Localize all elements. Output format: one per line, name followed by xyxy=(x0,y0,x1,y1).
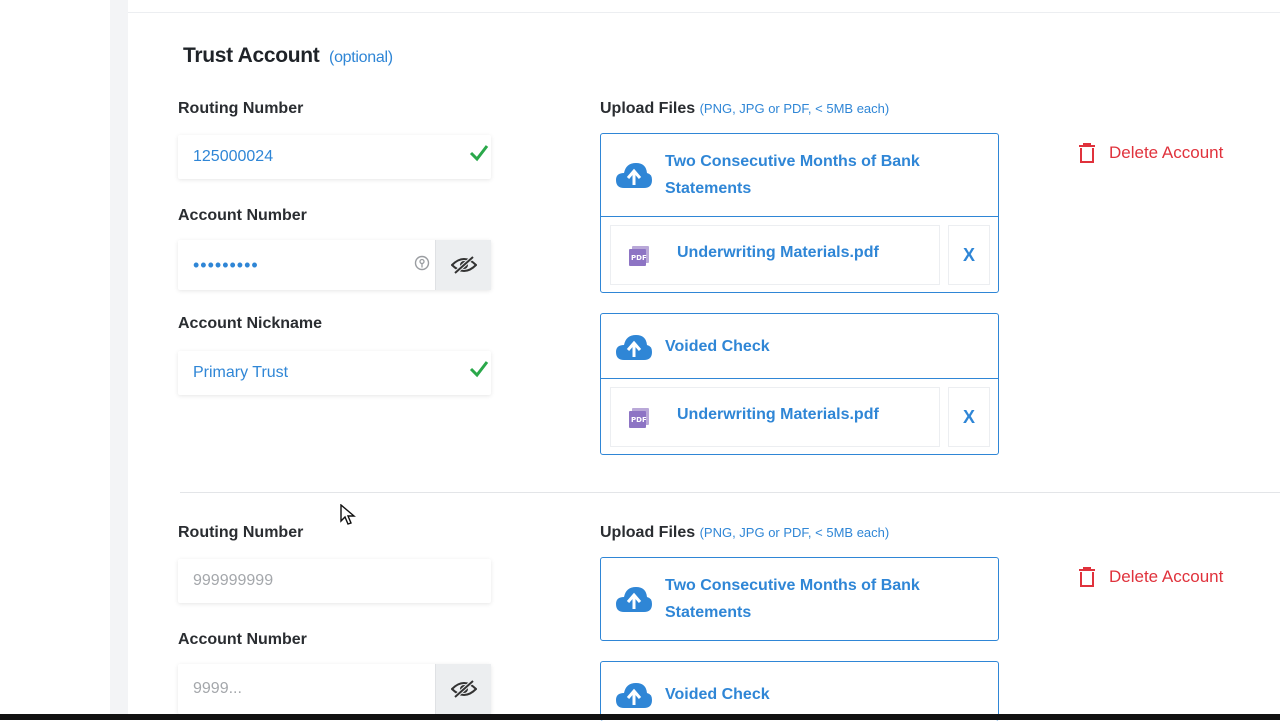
upload-files-label: Upload Files (PNG, JPG or PDF, < 5MB eac… xyxy=(600,524,889,542)
routing-number-label: Routing Number xyxy=(178,524,304,541)
routing-number-label: Routing Number xyxy=(178,100,304,117)
svg-text:PDF: PDF xyxy=(631,254,647,262)
delete-account-button[interactable]: Delete Account xyxy=(1078,143,1223,163)
remove-file-button[interactable]: X xyxy=(949,388,989,446)
uploaded-file-row: PDF Underwriting Materials.pdf X xyxy=(611,388,989,446)
eye-slash-icon xyxy=(450,679,477,699)
upload-title: Voided Check xyxy=(665,338,770,355)
account-nickname-value: Primary Trust xyxy=(193,364,289,381)
upload-title: Voided Check xyxy=(665,686,770,703)
checkmark-icon xyxy=(469,361,489,378)
upload-dropzone[interactable]: Voided Check xyxy=(601,662,998,722)
delete-account-label: Delete Account xyxy=(1109,143,1224,162)
left-rail xyxy=(0,0,112,720)
screen-bottom-edge xyxy=(0,714,1280,720)
routing-number-input[interactable]: 125000024 xyxy=(178,135,491,179)
routing-number-input[interactable]: 999999999 xyxy=(178,559,491,603)
account-nickname-label: Account Nickname xyxy=(178,315,323,332)
upload-dropzone[interactable]: Two Consecutive Months of Bank Statement… xyxy=(601,134,998,217)
cloud-upload-icon xyxy=(616,683,652,708)
sidebar-divider xyxy=(110,0,128,720)
password-manager-icon[interactable] xyxy=(414,255,430,271)
upload-files-label: Upload Files (PNG, JPG or PDF, < 5MB eac… xyxy=(600,100,889,118)
upload-dropzone[interactable]: Voided Check xyxy=(601,314,998,379)
eye-slash-icon xyxy=(450,255,477,275)
account-number-input[interactable]: ••••••••• xyxy=(178,240,491,290)
account-number-placeholder: 9999... xyxy=(193,680,242,697)
upload-files-hint: (PNG, JPG or PDF, < 5MB each) xyxy=(699,101,890,116)
mouse-cursor-icon xyxy=(340,504,356,525)
trash-icon xyxy=(1079,143,1095,163)
checkmark-icon xyxy=(469,145,489,162)
uploaded-file[interactable]: PDF Underwriting Materials.pdf xyxy=(611,226,939,284)
upload-voided-check[interactable]: Voided Check PDF Underwriting Materials.… xyxy=(600,313,999,455)
account-number-label: Account Number xyxy=(178,631,307,648)
cloud-upload-icon xyxy=(616,335,652,360)
upload-files-title: Upload Files xyxy=(600,100,696,117)
upload-voided-check[interactable]: Voided Check xyxy=(600,661,999,721)
toggle-visibility-button[interactable] xyxy=(435,664,491,714)
upload-files-title: Upload Files xyxy=(600,524,696,541)
toggle-visibility-button[interactable] xyxy=(435,240,491,290)
upload-dropzone[interactable]: Two Consecutive Months of Bank Statement… xyxy=(601,558,998,640)
upload-title: Two Consecutive Months of Bank Statement… xyxy=(665,153,920,197)
section-optional-note: (optional) xyxy=(329,49,393,66)
cloud-upload-icon xyxy=(616,587,652,612)
upload-bank-statements[interactable]: Two Consecutive Months of Bank Statement… xyxy=(600,557,999,641)
trash-icon xyxy=(1079,567,1095,587)
uploaded-file-name: Underwriting Materials.pdf xyxy=(677,244,879,261)
uploaded-file-row: PDF Underwriting Materials.pdf X xyxy=(611,226,989,284)
routing-number-placeholder: 999999999 xyxy=(193,572,274,589)
delete-account-button[interactable]: Delete Account xyxy=(1078,567,1223,587)
pdf-file-icon: PDF xyxy=(629,408,649,428)
upload-title: Two Consecutive Months of Bank Statement… xyxy=(665,577,920,621)
upload-bank-statements[interactable]: Two Consecutive Months of Bank Statement… xyxy=(600,133,999,293)
cloud-upload-icon xyxy=(616,163,652,188)
delete-account-label: Delete Account xyxy=(1109,567,1224,586)
upload-files-hint: (PNG, JPG or PDF, < 5MB each) xyxy=(699,525,890,540)
top-nav-strip xyxy=(128,0,1280,13)
svg-text:PDF: PDF xyxy=(631,416,647,424)
account-number-label: Account Number xyxy=(178,207,307,224)
remove-file-button[interactable]: X xyxy=(949,226,989,284)
section-title-text: Trust Account xyxy=(183,44,320,67)
account-divider xyxy=(180,492,1280,493)
account-number-masked-value: ••••••••• xyxy=(193,254,259,275)
uploaded-file[interactable]: PDF Underwriting Materials.pdf xyxy=(611,388,939,446)
section-title: Trust Account (optional) xyxy=(183,44,393,68)
uploaded-file-name: Underwriting Materials.pdf xyxy=(677,406,879,423)
account-nickname-input[interactable]: Primary Trust xyxy=(178,351,491,395)
routing-number-value: 125000024 xyxy=(193,148,274,165)
pdf-file-icon: PDF xyxy=(629,246,649,266)
account-number-input[interactable]: 9999... xyxy=(178,664,491,714)
